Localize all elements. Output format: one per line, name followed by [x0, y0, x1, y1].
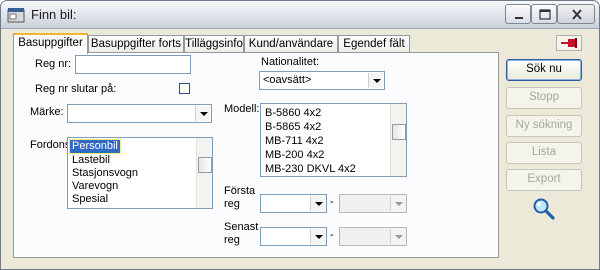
ny-sokning-button[interactable]: Ny sökning — [506, 115, 582, 137]
senast-reg-from-combo[interactable] — [260, 227, 327, 246]
tab-tillaggsinfo[interactable]: Tilläggsinfo — [184, 35, 244, 53]
list-item[interactable]: Spesial — [70, 193, 110, 206]
maximize-icon — [539, 9, 551, 20]
forsta-reg-dash: - — [330, 196, 334, 208]
marke-label: Märke: — [30, 106, 64, 118]
list-item[interactable]: Stasjonsvogn — [70, 167, 140, 180]
reg-nr-label: Reg nr: — [35, 58, 72, 70]
chevron-down-icon[interactable] — [310, 229, 325, 244]
nationalitet-value: <oavsätt> — [263, 74, 312, 86]
window-title: Finn bil: — [31, 7, 77, 22]
reg-nr-ends-label: Reg nr slutar på: — [35, 83, 117, 95]
sok-nu-button[interactable]: Sök nu — [506, 59, 582, 81]
fordon-label: Fordons — [30, 139, 71, 151]
chevron-down-icon[interactable] — [368, 73, 383, 88]
chevron-down-icon[interactable] — [195, 106, 210, 121]
list-item[interactable]: MB-200 4x2 — [263, 149, 326, 162]
list-item[interactable]: MB-230 DKVL 4x2 — [263, 163, 358, 176]
modell-scrollbar[interactable] — [390, 104, 406, 176]
fordon-listbox[interactable]: Personbil Lastebil Stasjonsvogn Varevogn… — [67, 137, 213, 209]
nationalitet-label: Nationalitet: — [261, 56, 320, 68]
senast-reg-label-line2: reg — [224, 234, 240, 246]
chevron-down-icon[interactable] — [390, 196, 405, 211]
list-item[interactable]: B-5865 4x2 — [263, 121, 323, 134]
reg-nr-ends-checkbox[interactable] — [179, 83, 190, 94]
chevron-down-icon[interactable] — [310, 196, 325, 211]
tab-basuppgifter-forts[interactable]: Basuppgifter forts — [88, 35, 184, 53]
lista-button[interactable]: Lista — [506, 142, 582, 164]
stopp-button[interactable]: Stopp — [506, 87, 582, 109]
list-item[interactable]: Lastebil — [70, 154, 112, 167]
chevron-down-icon[interactable] — [390, 229, 405, 244]
modell-label: Modell: — [224, 103, 260, 115]
list-item[interactable]: Varevogn — [70, 180, 120, 193]
list-item[interactable]: MB-711 4x2 — [263, 135, 326, 148]
close-button[interactable] — [557, 4, 595, 24]
forsta-reg-label-line2: reg — [224, 198, 240, 210]
tab-kund-anvandare[interactable]: Kund/användare — [244, 35, 338, 53]
fordon-scrollbar[interactable] — [196, 138, 212, 208]
pin-icon[interactable] — [556, 35, 582, 51]
minimize-button[interactable] — [505, 4, 531, 24]
magnifier-icon — [533, 198, 555, 220]
list-item[interactable]: B-5860 4x2 — [263, 107, 323, 120]
senast-reg-to-combo[interactable] — [339, 227, 407, 246]
tab-basuppgifter[interactable]: Basuppgifter — [13, 33, 88, 54]
forsta-reg-to-combo[interactable] — [339, 194, 407, 213]
find-car-window: Finn bil: Basuppgifter Basuppgifter fort… — [0, 0, 600, 270]
forsta-reg-from-combo[interactable] — [260, 194, 327, 213]
maximize-button[interactable] — [531, 4, 557, 24]
senast-reg-label-line1: Senast — [224, 221, 259, 233]
minimize-icon — [515, 17, 523, 19]
senast-reg-dash: - — [330, 229, 334, 241]
tab-egendef-falt[interactable]: Egendef fält — [338, 35, 410, 53]
close-icon — [572, 9, 582, 20]
marke-combo[interactable] — [67, 104, 212, 123]
forsta-reg-label-line1: Första — [224, 185, 256, 197]
list-item[interactable]: Personbil — [69, 139, 121, 154]
reg-nr-input[interactable] — [75, 55, 191, 74]
export-button[interactable]: Export — [506, 169, 582, 191]
app-icon — [7, 8, 25, 23]
modell-listbox[interactable]: B-5860 4x2 B-5865 4x2 MB-711 4x2 MB-200 … — [260, 103, 407, 177]
scrollbar-thumb[interactable] — [392, 124, 406, 140]
nationalitet-combo[interactable]: <oavsätt> — [259, 71, 385, 90]
scrollbar-thumb[interactable] — [198, 157, 212, 173]
title-bar[interactable]: Finn bil: — [1, 1, 599, 29]
